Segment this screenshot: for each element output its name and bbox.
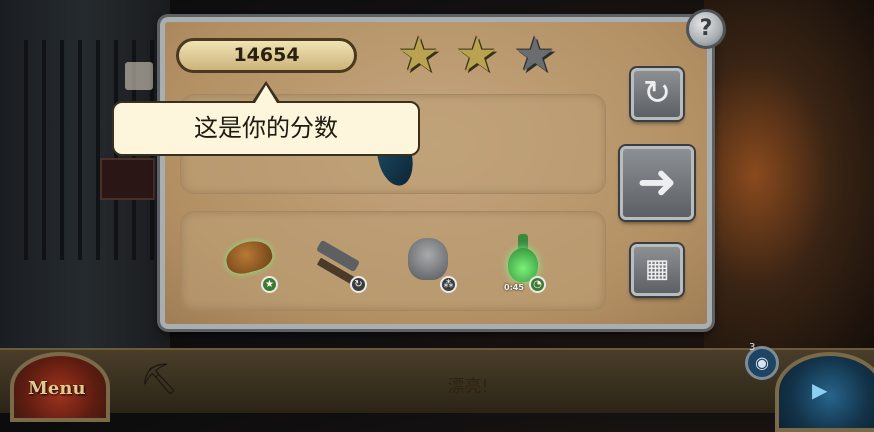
potion-timer: 0:45 — [504, 283, 524, 292]
replay-button[interactable]: ↻ — [631, 68, 683, 120]
star-icon-1: ★ — [397, 27, 441, 83]
timer-badge-icon: ◔ — [529, 276, 546, 293]
star-badge-icon: ★ — [261, 276, 278, 293]
star-icon-2: ★ — [455, 27, 499, 83]
star-icon-3: ★ — [513, 27, 557, 83]
grid-icon: ▦ — [644, 254, 670, 284]
background-sign — [100, 158, 155, 200]
status-text: 漂亮! — [447, 377, 489, 397]
help-button[interactable]: ? — [686, 9, 726, 49]
triangle-badge-icon: ⁂ — [440, 276, 457, 293]
score-display: 14654 — [176, 38, 357, 73]
no-sign — [125, 62, 153, 90]
arrow-right-icon: ➜ — [636, 154, 678, 210]
refresh-icon: ↻ — [642, 73, 672, 113]
background-forge — [704, 0, 874, 350]
level-select-button[interactable]: ▦ — [631, 244, 683, 296]
camera-count: 3 — [749, 342, 756, 353]
play-icon: ▶ — [812, 378, 828, 402]
score-tooltip: 这是你的分数 — [112, 101, 420, 156]
tooltip-tail-inner — [255, 85, 277, 103]
next-button[interactable]: ➜ — [620, 146, 694, 220]
camera-icon: ◉ — [755, 353, 769, 372]
cycle-badge-icon: ↻ — [350, 276, 367, 293]
